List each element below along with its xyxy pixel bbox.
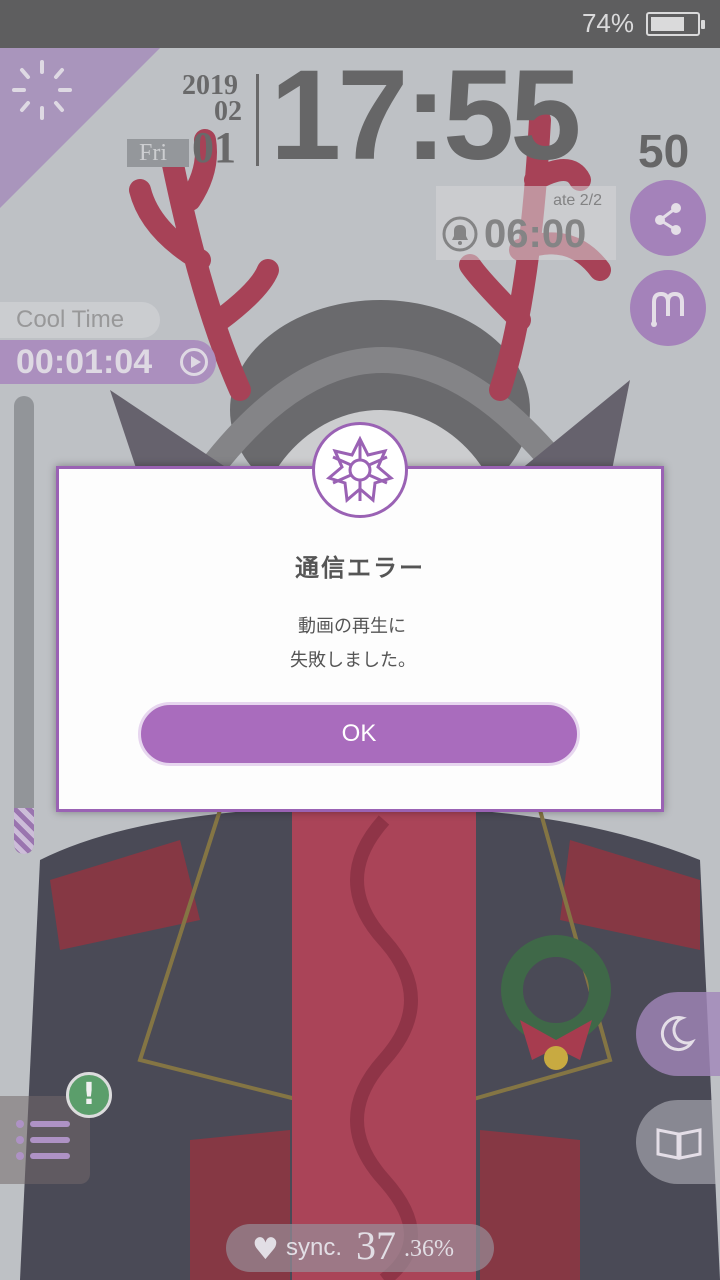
- dialog-title: 通信エラー: [295, 554, 425, 582]
- ok-button[interactable]: OK: [138, 702, 580, 766]
- dialog-emblem: [312, 422, 408, 518]
- snowflake-emblem-icon: [325, 435, 395, 503]
- dialog-message-line1: 動画の再生に: [298, 616, 406, 637]
- dialog-message-line2: 失敗しました。: [290, 650, 416, 671]
